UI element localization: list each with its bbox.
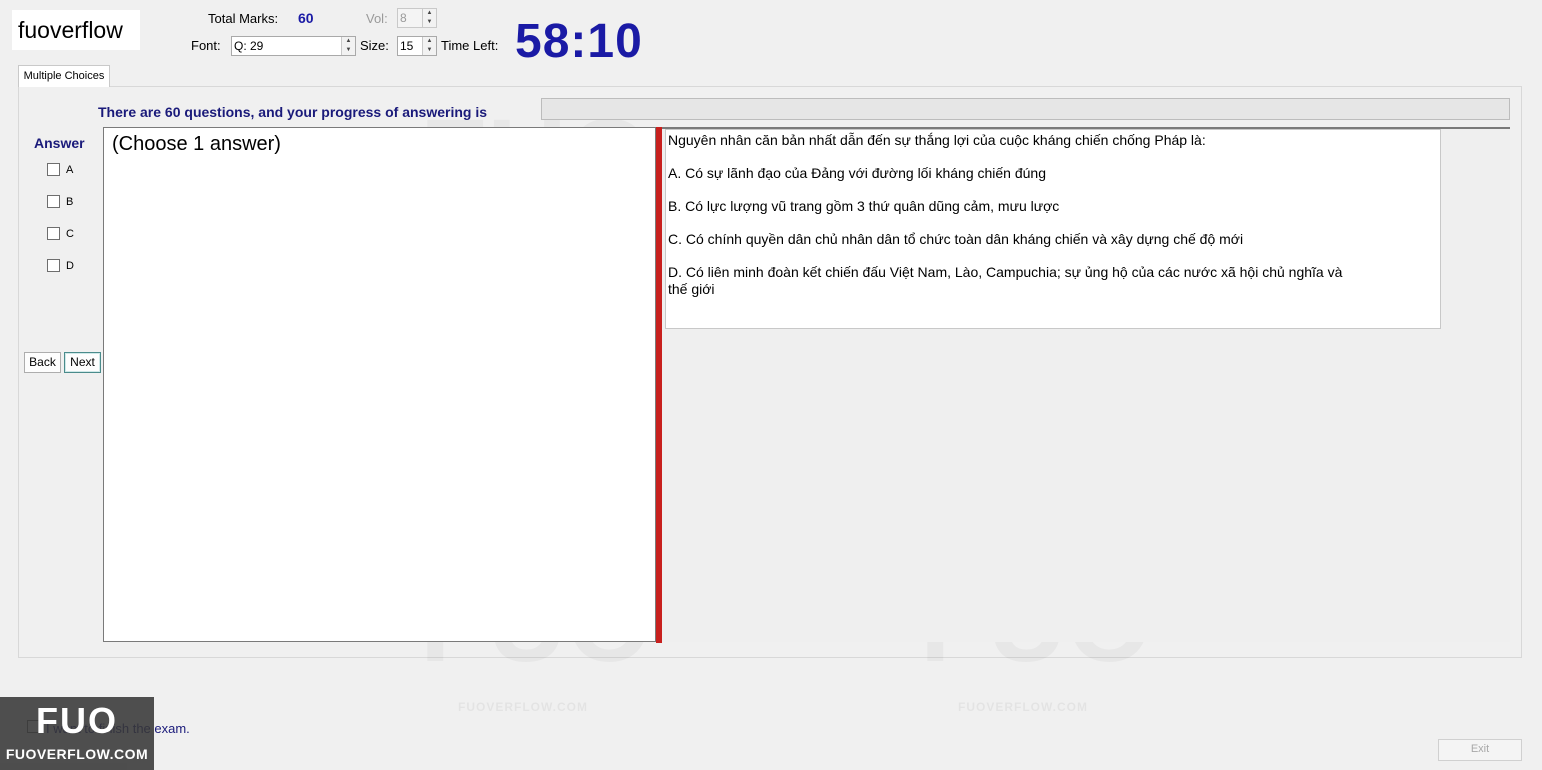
tab-multiple-choices[interactable]: Multiple Choices (18, 65, 110, 87)
size-stepper[interactable]: 15 ▲ ▼ (397, 36, 437, 56)
option-c[interactable]: C (47, 227, 74, 240)
time-left-label: Time Left: (441, 38, 499, 53)
option-a[interactable]: A (47, 163, 73, 176)
chevron-up-icon: ▲ (426, 38, 433, 44)
size-value: 15 (400, 39, 414, 53)
font-value: Q: 29 (234, 39, 264, 53)
question-choice-d: D. Có liên minh đoàn kết chiến đấu Việt … (668, 264, 1343, 280)
answer-title: Answer (34, 135, 85, 151)
brand-logo: FUO (36, 700, 118, 741)
total-marks-label: Total Marks: (208, 11, 279, 26)
brand-text: FUOVERFLOW.COM (5, 746, 149, 762)
answer-pane (103, 127, 656, 642)
exit-button[interactable]: Exit (1438, 739, 1522, 761)
watermark-text: FUOVERFLOW.COM (458, 700, 588, 714)
question-choice-c: C. Có chính quyền dân chủ nhân dân tổ ch… (668, 231, 1244, 247)
question-stem: Nguyên nhân căn bản nhất dẫn đến sự thắn… (668, 132, 1206, 148)
question-choice-a: A. Có sự lãnh đạo của Đảng với đường lối… (668, 165, 1047, 181)
choose-instruction: (Choose 1 answer) (112, 133, 281, 155)
countdown-timer: 58:10 (515, 15, 643, 68)
option-b-label: B (66, 195, 74, 208)
progress-bar (541, 98, 1510, 120)
total-marks-value: 60 (298, 10, 314, 26)
font-label: Font: (191, 38, 221, 53)
chevron-up-icon: ▲ (345, 38, 352, 44)
option-a-label: A (66, 163, 74, 176)
next-button[interactable]: Next (64, 352, 101, 373)
chevron-down-icon: ▼ (345, 47, 352, 53)
chevron-up-icon: ▲ (426, 10, 433, 16)
option-c-label: C (66, 227, 74, 240)
vol-label: Vol: (366, 11, 388, 26)
vol-stepper[interactable]: 8 ▲ ▼ (397, 8, 437, 28)
option-d-label: D (66, 259, 74, 272)
size-label: Size: (360, 38, 389, 53)
option-b[interactable]: B (47, 195, 73, 208)
question-choice-d-cont: thế giới (668, 281, 715, 297)
question-box (665, 129, 1441, 329)
checkbox-b[interactable] (47, 195, 60, 208)
progress-text: There are 60 questions, and your progres… (98, 104, 487, 120)
question-choice-b: B. Có lực lượng vũ trang gồm 3 thứ quân … (668, 198, 1060, 214)
chevron-down-icon: ▼ (426, 47, 433, 53)
font-spin-buttons[interactable]: ▲ ▼ (341, 37, 355, 55)
chevron-down-icon: ▼ (426, 19, 433, 25)
font-stepper[interactable]: Q: 29 ▲ ▼ (231, 36, 356, 56)
vol-spin-buttons[interactable]: ▲ ▼ (422, 9, 436, 27)
checkbox-d[interactable] (47, 259, 60, 272)
checkbox-a[interactable] (47, 163, 60, 176)
back-button[interactable]: Back (24, 352, 61, 373)
vol-value: 8 (400, 11, 407, 25)
watermark-text: FUOVERFLOW.COM (958, 700, 1088, 714)
app-logo: fuoverflow (18, 17, 123, 43)
checkbox-c[interactable] (47, 227, 60, 240)
size-spin-buttons[interactable]: ▲ ▼ (422, 37, 436, 55)
option-d[interactable]: D (47, 259, 74, 272)
